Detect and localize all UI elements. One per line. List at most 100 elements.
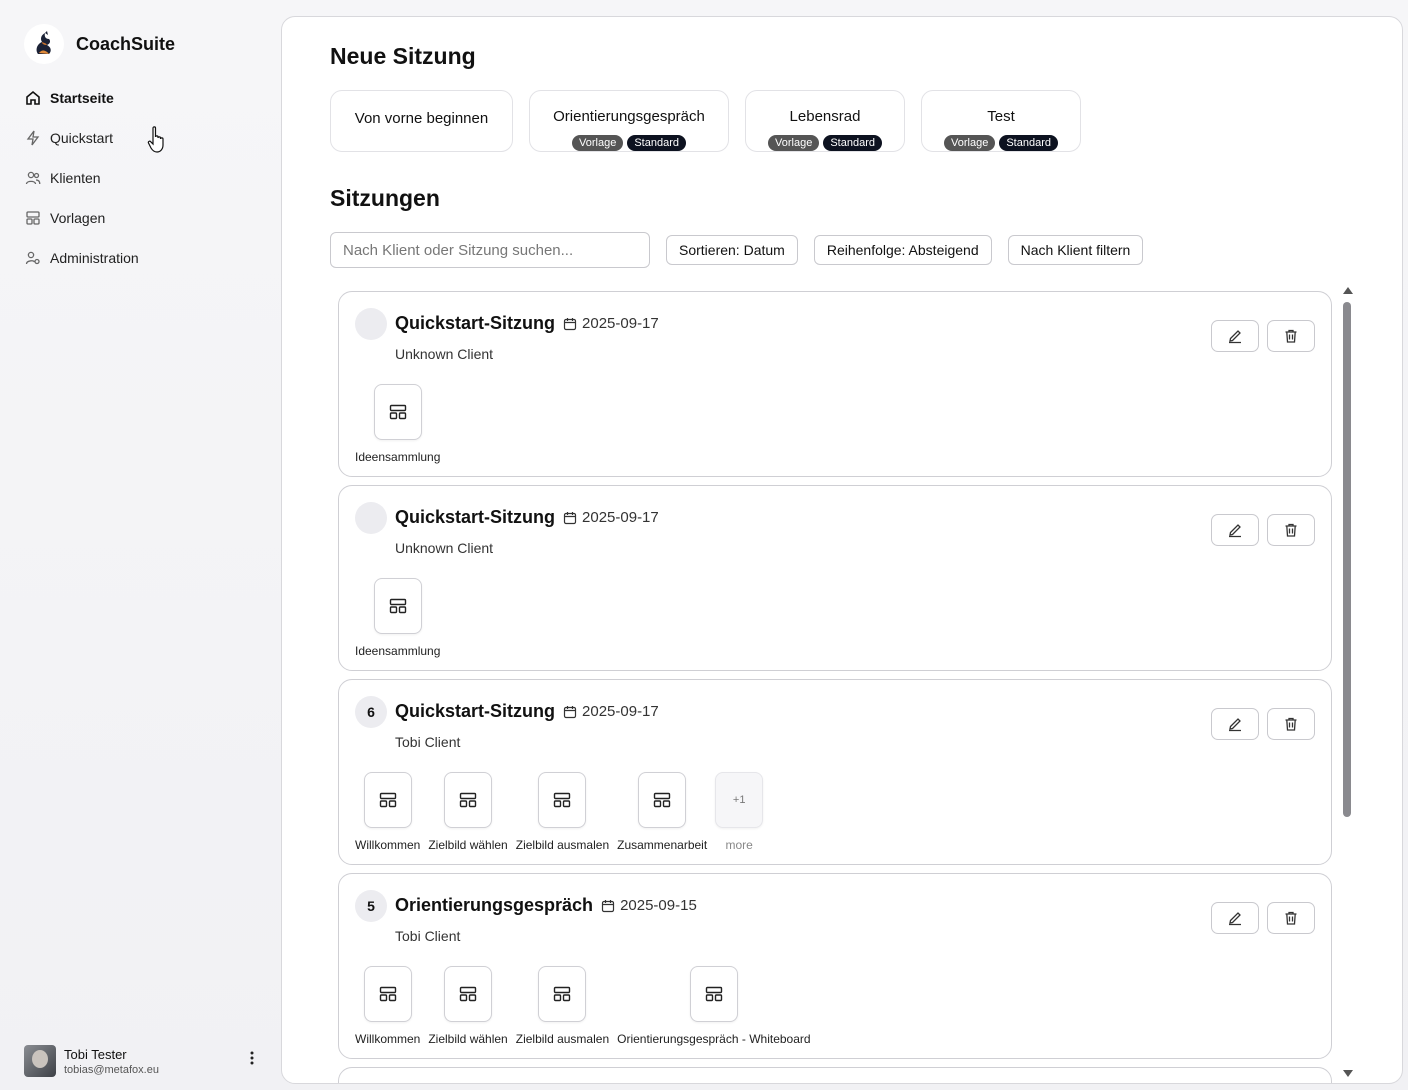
pencil-icon bbox=[1229, 524, 1241, 538]
session-date: 2025-09-15 bbox=[601, 897, 697, 914]
user-profile[interactable]: Tobi Tester tobias@metafox.eu bbox=[24, 1043, 264, 1079]
step-label: Zusammenarbeit bbox=[617, 838, 708, 852]
template-card-blank[interactable]: Von vorne beginnen bbox=[330, 90, 513, 152]
session-card[interactable]: Quickstart-Sitzung 2025-09-17 Unknown Cl… bbox=[338, 291, 1332, 477]
trash-icon bbox=[1285, 717, 1297, 731]
sidebar-item-label: Startseite bbox=[50, 90, 114, 106]
edit-button[interactable] bbox=[1211, 902, 1259, 934]
session-title: Quickstart-Sitzung bbox=[395, 313, 556, 333]
template-label: Orientierungsgespräch bbox=[553, 108, 705, 125]
trash-icon bbox=[1285, 523, 1297, 537]
step-label: Willkommen bbox=[355, 1032, 421, 1046]
sidebar-item-quickstart[interactable]: Quickstart bbox=[24, 124, 254, 152]
template-card-test[interactable]: Test Vorlage Standard bbox=[921, 90, 1081, 152]
delete-button[interactable] bbox=[1267, 320, 1315, 352]
delete-button[interactable] bbox=[1267, 708, 1315, 740]
session-card[interactable] bbox=[338, 1067, 1332, 1083]
user-name: Tobi Tester bbox=[64, 1046, 127, 1062]
client-filter-button[interactable]: Nach Klient filtern bbox=[1007, 235, 1144, 265]
session-date-value: 2025-09-17 bbox=[582, 703, 659, 720]
session-actions bbox=[1211, 514, 1315, 546]
session-card[interactable]: 6 Quickstart-Sitzung 2025-09-17 Tobi Cli… bbox=[338, 679, 1332, 865]
scroll-up-arrow-icon[interactable] bbox=[1343, 287, 1353, 294]
layout-icon bbox=[444, 966, 493, 1022]
session-title: Quickstart-Sitzung bbox=[395, 701, 556, 721]
edit-button[interactable] bbox=[1211, 708, 1259, 740]
delete-button[interactable] bbox=[1267, 514, 1315, 546]
calendar-icon bbox=[563, 511, 577, 524]
step-tile[interactable]: Ideensammlung bbox=[355, 384, 440, 464]
search-input[interactable] bbox=[330, 232, 650, 268]
pencil-icon bbox=[1229, 912, 1241, 926]
session-actions bbox=[1211, 320, 1315, 352]
sidebar-item-label: Vorlagen bbox=[50, 210, 106, 226]
user-email: tobias@metafox.eu bbox=[64, 1063, 159, 1076]
lightning-icon bbox=[24, 129, 42, 147]
sidebar-item-vorlagen[interactable]: Vorlagen bbox=[24, 204, 254, 232]
sidebar-item-administration[interactable]: Administration bbox=[24, 244, 254, 272]
hand-cursor-icon bbox=[147, 126, 167, 159]
session-card[interactable]: Quickstart-Sitzung 2025-09-17 Unknown Cl… bbox=[338, 485, 1332, 671]
template-label: Von vorne beginnen bbox=[354, 110, 489, 127]
step-label: Zielbild wählen bbox=[428, 1032, 508, 1046]
layout-icon bbox=[638, 772, 687, 828]
template-card-lebensrad[interactable]: Lebensrad Vorlage Standard bbox=[745, 90, 905, 152]
scrollbar-thumb[interactable] bbox=[1343, 302, 1351, 817]
step-tile[interactable]: Willkommen bbox=[355, 772, 420, 852]
layout-icon bbox=[444, 772, 493, 828]
step-tile[interactable]: Zielbild wählen bbox=[428, 772, 508, 852]
calendar-icon bbox=[601, 899, 615, 912]
edit-button[interactable] bbox=[1211, 320, 1259, 352]
session-title: Quickstart-Sitzung bbox=[395, 507, 556, 527]
session-header: Quickstart-Sitzung 2025-09-17 bbox=[395, 701, 659, 722]
session-steps: Willkommen Zielbild wählen Zielbild ausm… bbox=[355, 772, 771, 852]
session-card[interactable]: 5 Orientierungsgespräch 2025-09-15 Tobi … bbox=[338, 873, 1332, 1059]
sidebar: CoachSuite Startseite Quickstart Kliente… bbox=[0, 0, 280, 1090]
session-header: Quickstart-Sitzung 2025-09-17 bbox=[395, 507, 659, 528]
layout-icon bbox=[538, 772, 587, 828]
step-label: Zielbild wählen bbox=[428, 838, 508, 852]
session-client: Unknown Client bbox=[395, 346, 494, 362]
brand[interactable]: CoachSuite bbox=[24, 24, 175, 64]
session-actions bbox=[1211, 902, 1315, 934]
step-tile[interactable]: Zielbild ausmalen bbox=[516, 772, 609, 852]
scrollbar[interactable] bbox=[1342, 287, 1354, 1077]
order-button[interactable]: Reihenfolge: Absteigend bbox=[813, 235, 992, 265]
sidebar-item-startseite[interactable]: Startseite bbox=[24, 84, 254, 112]
step-tile[interactable]: Zielbild wählen bbox=[428, 966, 508, 1046]
new-session-heading: Neue Sitzung bbox=[330, 43, 476, 69]
step-label: more bbox=[725, 838, 753, 852]
more-vertical-icon[interactable] bbox=[250, 1051, 254, 1070]
layout-icon bbox=[689, 966, 738, 1022]
session-date: 2025-09-17 bbox=[563, 315, 659, 332]
more-steps-tile[interactable]: +1 more bbox=[715, 772, 764, 852]
step-tile[interactable]: Zielbild ausmalen bbox=[516, 966, 609, 1046]
step-label: Orientierungsgespräch - Whiteboard bbox=[617, 1032, 811, 1046]
badge-standard: Standard bbox=[627, 135, 686, 151]
step-tile[interactable]: Zusammenarbeit bbox=[617, 772, 707, 852]
session-number bbox=[355, 308, 387, 340]
session-number bbox=[355, 502, 387, 534]
delete-button[interactable] bbox=[1267, 902, 1315, 934]
step-tile[interactable]: Willkommen bbox=[355, 966, 420, 1046]
layout-icon bbox=[373, 384, 422, 440]
session-date-value: 2025-09-17 bbox=[582, 509, 659, 526]
step-label: Zielbild ausmalen bbox=[515, 838, 610, 852]
layout-icon bbox=[538, 966, 587, 1022]
scroll-down-arrow-icon[interactable] bbox=[1343, 1070, 1353, 1077]
template-card-orientierungsgespraech[interactable]: Orientierungsgespräch Vorlage Standard bbox=[529, 90, 729, 152]
trash-icon bbox=[1285, 911, 1297, 925]
edit-button[interactable] bbox=[1211, 514, 1259, 546]
sidebar-item-label: Quickstart bbox=[50, 130, 114, 146]
sidebar-item-klienten[interactable]: Klienten bbox=[24, 164, 254, 192]
calendar-icon bbox=[563, 705, 577, 718]
step-tile[interactable]: Ideensammlung bbox=[355, 578, 440, 658]
layout-icon bbox=[373, 578, 422, 634]
template-label: Lebensrad bbox=[789, 108, 861, 125]
sort-button[interactable]: Sortieren: Datum bbox=[666, 235, 798, 265]
avatar bbox=[24, 1045, 56, 1077]
step-tile[interactable]: Orientierungsgespräch - Whiteboard bbox=[617, 966, 811, 1046]
step-label: Ideensammlung bbox=[355, 450, 441, 464]
brand-name: CoachSuite bbox=[76, 33, 176, 54]
badge-standard: Standard bbox=[823, 135, 882, 151]
